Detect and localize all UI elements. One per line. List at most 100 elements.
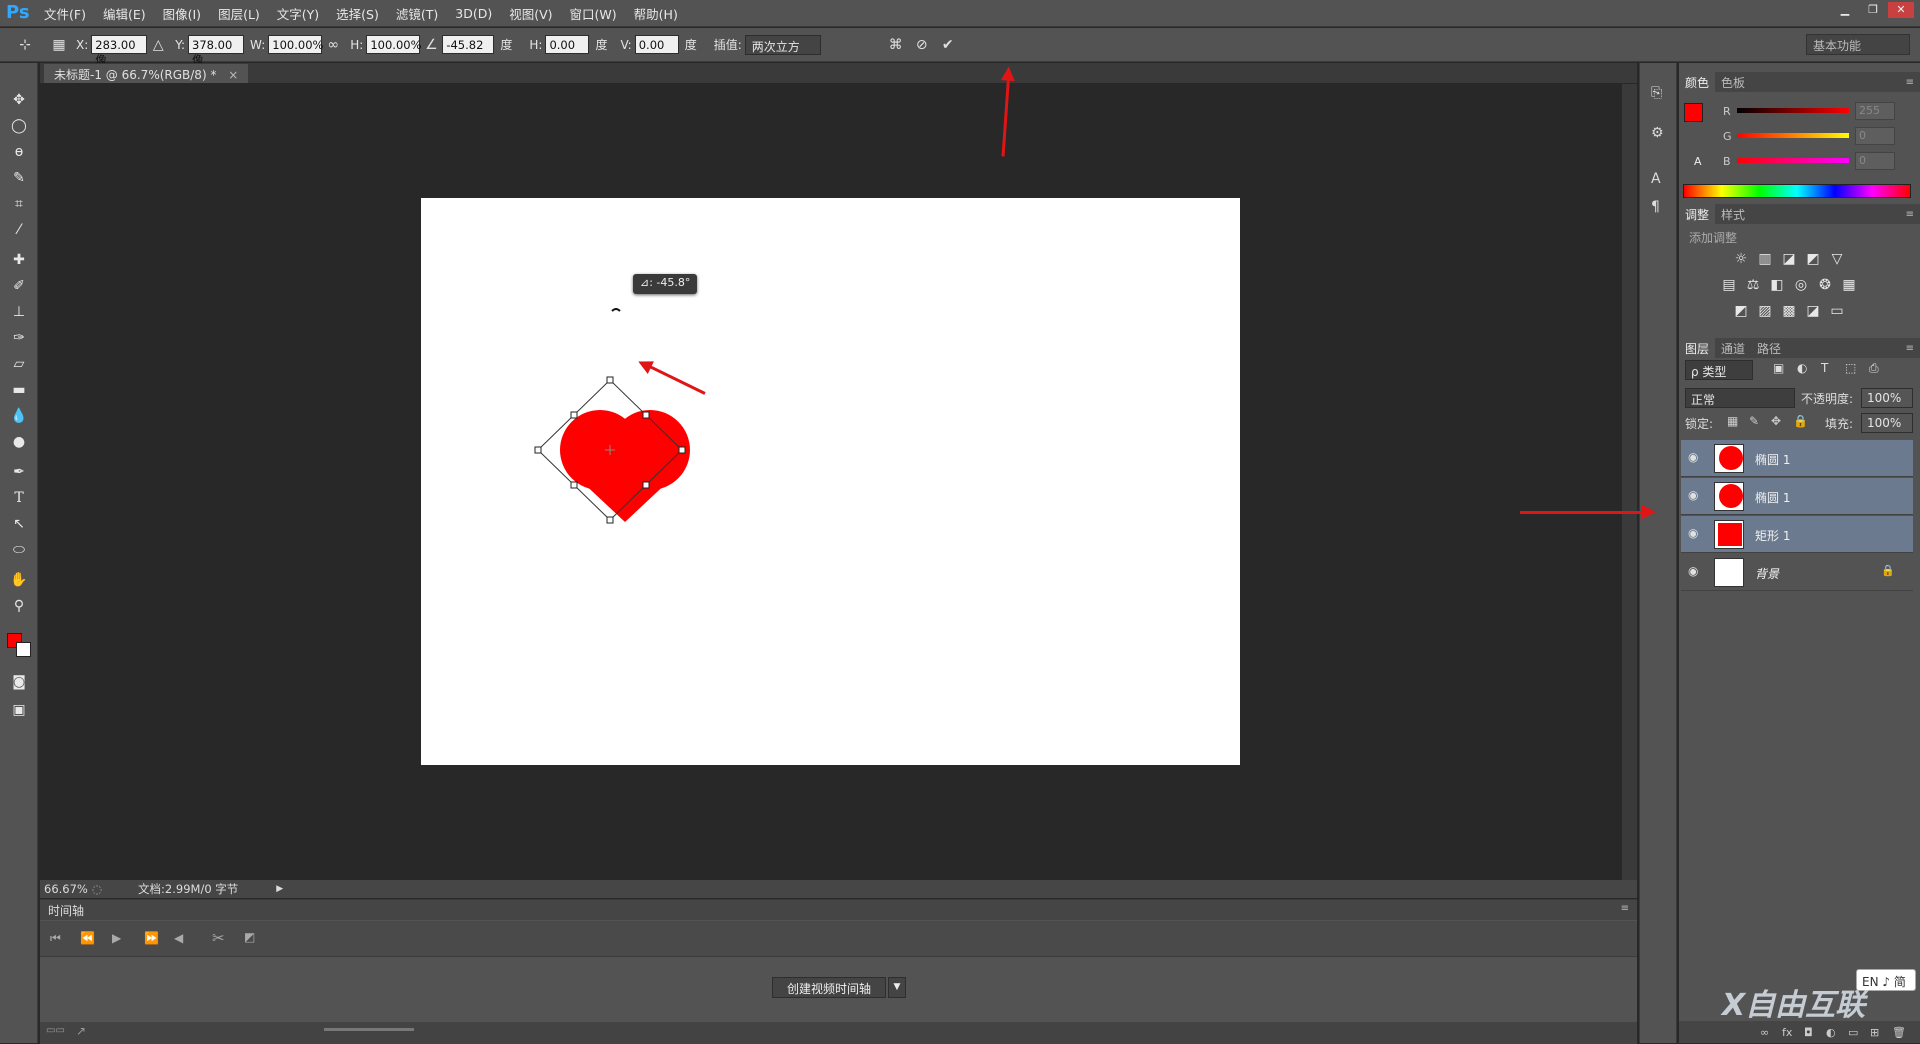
layers-panel-menu-icon[interactable]: ≡ <box>1906 343 1914 354</box>
character-panel-icon[interactable]: A <box>1651 171 1661 187</box>
link-icon[interactable]: ∞ <box>322 37 344 53</box>
channel-mixer-icon[interactable]: ❂ <box>1813 277 1837 293</box>
eyedropper-tool-icon[interactable]: ⁄ <box>8 219 30 241</box>
filter-smart-icon[interactable]: ⎙ <box>1869 361 1893 376</box>
color-lookup-icon[interactable]: ▦ <box>1837 277 1861 293</box>
menu-edit[interactable]: 编辑(E) <box>103 4 146 23</box>
filter-shape-icon[interactable]: ⬚ <box>1845 361 1869 376</box>
brush-tool-icon[interactable]: ✐ <box>8 275 30 297</box>
black-white-icon[interactable]: ◧ <box>1765 277 1789 293</box>
photo-filter-icon[interactable]: ◎ <box>1789 277 1813 293</box>
lasso-tool-icon[interactable]: ɵ <box>8 141 30 163</box>
filter-adjustment-icon[interactable]: ◐ <box>1797 361 1821 376</box>
relative-position-icon[interactable]: △ <box>147 37 169 53</box>
menu-layer[interactable]: 图层(L) <box>218 4 260 23</box>
layer-name[interactable]: 矩形 1 <box>1755 527 1790 544</box>
opacity-input[interactable]: 100% <box>1861 388 1913 408</box>
layer-row[interactable]: ◉ 矩形 1 <box>1681 516 1913 553</box>
zoom-level[interactable]: 66.67% <box>44 882 88 896</box>
interpolation-select[interactable]: 两次立方 <box>744 34 821 55</box>
height-input[interactable]: 100.00% <box>366 35 422 54</box>
tab-channels[interactable]: 通道 <box>1715 338 1751 359</box>
menu-help[interactable]: 帮助(H) <box>634 4 678 23</box>
timeline-zoom-slider[interactable] <box>324 1028 414 1031</box>
r-slider[interactable] <box>1737 108 1849 113</box>
quick-mask-icon[interactable]: ◙ <box>8 671 30 693</box>
fill-input[interactable]: 100% <box>1861 413 1913 433</box>
transform-tool-icon[interactable]: ⊹ <box>14 37 36 53</box>
filter-pixel-icon[interactable]: ▣ <box>1773 361 1797 376</box>
vertical-scrollbar[interactable] <box>1622 84 1637 881</box>
menu-type[interactable]: 文字(Y) <box>277 4 319 23</box>
cancel-transform-icon[interactable]: ⊘ <box>911 37 933 53</box>
new-adjustment-icon[interactable]: ◐ <box>1826 1026 1848 1039</box>
move-tool-icon[interactable]: ✥ <box>8 89 30 111</box>
path-select-tool-icon[interactable]: ↖ <box>8 513 30 535</box>
timeline-mode-dropdown[interactable]: ▼ <box>888 977 906 998</box>
reference-point-icon[interactable]: ▦ <box>48 37 70 53</box>
threshold-icon[interactable]: ▩ <box>1777 303 1801 319</box>
lock-image-icon[interactable]: ✎ <box>1749 414 1771 428</box>
healing-brush-tool-icon[interactable]: ✚ <box>8 249 30 271</box>
paragraph-panel-icon[interactable]: ¶ <box>1651 199 1660 215</box>
transition-icon[interactable]: ◩ <box>244 930 255 944</box>
angle-input[interactable]: -45.82 <box>442 35 495 54</box>
layer-name[interactable]: 背景 <box>1755 565 1779 582</box>
hue-saturation-icon[interactable]: ▤ <box>1717 277 1741 293</box>
hskew-input[interactable]: 0.00 <box>545 35 590 54</box>
status-menu-arrow-icon[interactable]: ▶ <box>276 884 283 894</box>
screen-mode-icon[interactable]: ▣ <box>8 699 30 721</box>
menu-filter[interactable]: 滤镜(T) <box>396 4 438 23</box>
add-mask-icon[interactable]: ◘ <box>1804 1026 1826 1039</box>
y-input[interactable]: 378.00 像 <box>188 35 245 67</box>
stamp-tool-icon[interactable]: ⊥ <box>8 301 30 323</box>
tab-styles[interactable]: 样式 <box>1715 204 1751 225</box>
visibility-eye-icon[interactable]: ◉ <box>1688 488 1698 502</box>
vibrance-icon[interactable]: ▽ <box>1825 251 1849 267</box>
visibility-eye-icon[interactable]: ◉ <box>1688 450 1698 464</box>
history-panel-icon[interactable]: ⎘ <box>1651 85 1662 101</box>
tab-paths[interactable]: 路径 <box>1751 338 1787 359</box>
convert-icon[interactable]: ↗ <box>76 1024 86 1038</box>
brightness-icon[interactable]: ☼ <box>1729 251 1753 267</box>
levels-icon[interactable]: ▥ <box>1753 251 1777 267</box>
gradient-map-icon[interactable]: ▭ <box>1825 303 1849 319</box>
layer-row[interactable]: ◉ 背景 🔒 <box>1681 554 1913 591</box>
split-scissors-icon[interactable]: ✂ <box>212 929 225 947</box>
g-value[interactable]: 0 <box>1855 127 1895 145</box>
menu-select[interactable]: 选择(S) <box>336 4 379 23</box>
ellipse-tool-icon[interactable]: ⬭ <box>8 539 30 561</box>
menu-window[interactable]: 窗口(W) <box>570 4 617 23</box>
menu-image[interactable]: 图像(I) <box>163 4 201 23</box>
selective-color-icon[interactable]: ◪ <box>1801 303 1825 319</box>
restore-icon[interactable]: ❐ <box>1860 2 1886 18</box>
menu-file[interactable]: 文件(F) <box>44 4 86 23</box>
tab-color[interactable]: 颜色 <box>1679 72 1716 92</box>
lock-all-icon[interactable]: 🔒 <box>1793 414 1815 428</box>
visibility-eye-icon[interactable]: ◉ <box>1688 564 1698 578</box>
posterize-icon[interactable]: ▨ <box>1753 303 1777 319</box>
color-spectrum-bar[interactable] <box>1683 184 1911 198</box>
invert-icon[interactable]: ◩ <box>1729 303 1753 319</box>
frame-mode-icon[interactable]: ▭▭ <box>46 1025 65 1036</box>
curves-icon[interactable]: ◪ <box>1777 251 1801 267</box>
filter-type-icon[interactable]: T <box>1821 361 1845 376</box>
layer-row[interactable]: ◉ 椭圆 1 <box>1681 478 1913 515</box>
first-frame-icon[interactable]: ⏮ <box>50 931 61 946</box>
hand-tool-icon[interactable]: ✋ <box>8 569 30 591</box>
fx-icon[interactable]: fx <box>1782 1026 1804 1039</box>
warp-mode-icon[interactable]: ⌘ <box>885 37 907 53</box>
type-tool-icon[interactable]: T <box>8 487 30 509</box>
x-input[interactable]: 283.00 像 <box>91 35 148 67</box>
r-value[interactable]: 255 <box>1855 102 1895 120</box>
new-group-icon[interactable]: ▭ <box>1848 1026 1870 1039</box>
layer-filter-select[interactable]: ρ 类型 <box>1685 360 1753 380</box>
create-video-timeline-button[interactable]: 创建视频时间轴 <box>772 977 887 998</box>
previous-frame-icon[interactable]: ⏪ <box>80 931 95 945</box>
marquee-tool-icon[interactable]: ◯ <box>8 115 30 137</box>
visibility-eye-icon[interactable]: ◉ <box>1688 526 1698 540</box>
close-icon[interactable]: ✕ <box>1888 2 1914 18</box>
play-icon[interactable]: ▶ <box>112 931 121 945</box>
color-panel-menu-icon[interactable]: ≡ <box>1906 77 1914 88</box>
tab-layers[interactable]: 图层 <box>1679 338 1716 358</box>
